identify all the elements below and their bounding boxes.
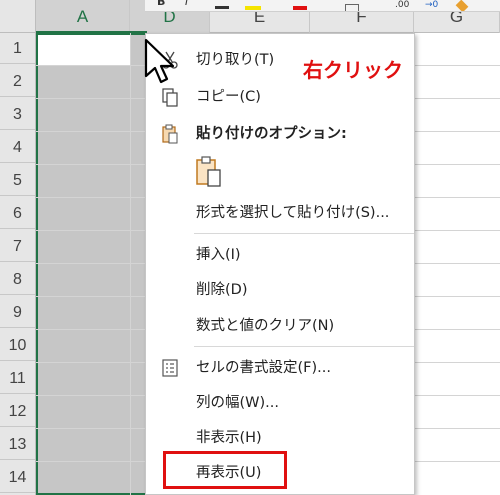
menu-item-insert[interactable]: 挿入(I) xyxy=(146,239,414,271)
row-header[interactable]: 1 xyxy=(0,33,35,64)
menu-item-hide[interactable]: 非表示(H) xyxy=(146,422,414,454)
fill-color-icon[interactable] xyxy=(245,6,261,10)
right-click-annotation: 右クリック xyxy=(303,58,403,82)
menu-item-clear-contents[interactable]: 数式と値のクリア(N) xyxy=(146,310,414,342)
spreadsheet: A D E F G 1 2 3 4 5 6 7 8 9 10 11 12 13 … xyxy=(0,0,500,495)
menu-item-label: 削除(D) xyxy=(196,282,248,298)
paste-options-label: 貼り付けのオプション: xyxy=(196,126,347,142)
row-header[interactable]: 6 xyxy=(0,198,35,229)
menu-item-column-width[interactable]: 列の幅(W)... xyxy=(146,387,414,419)
menu-section-paste-options: 貼り付けのオプション: xyxy=(146,118,414,150)
bold-icon[interactable]: B xyxy=(157,0,165,8)
menu-separator xyxy=(194,346,414,347)
row-header[interactable]: 4 xyxy=(0,132,35,163)
highlight-box xyxy=(163,451,287,489)
row-header[interactable]: 10 xyxy=(0,330,35,361)
menu-item-label: 数式と値のクリア(N) xyxy=(196,318,335,334)
mini-toolbar: B I .00 →0 xyxy=(145,0,500,12)
row-header[interactable]: 3 xyxy=(0,99,35,130)
column-selection-underline xyxy=(36,31,147,33)
italic-icon[interactable]: I xyxy=(185,0,188,8)
select-all-corner[interactable] xyxy=(0,0,36,33)
row-header[interactable]: 11 xyxy=(0,363,35,394)
paste-clipboard-icon[interactable] xyxy=(194,155,226,189)
menu-item-label: セルの書式設定(F)... xyxy=(196,360,331,376)
menu-item-label: 挿入(I) xyxy=(196,247,241,263)
row-header[interactable]: 12 xyxy=(0,396,35,427)
underline-icon[interactable] xyxy=(215,6,229,9)
menu-item-label: 非表示(H) xyxy=(196,430,262,446)
row-header[interactable]: 13 xyxy=(0,429,35,460)
menu-item-copy[interactable]: コピー(C) xyxy=(146,81,414,113)
context-menu: 切り取り(T) コピー(C) 貼り付けのオプション: 形式を選択して貼り付け(S… xyxy=(145,33,415,495)
grid-line xyxy=(130,33,131,495)
decrease-decimal-icon[interactable]: →0 xyxy=(425,0,438,10)
menu-item-label: 切り取り(T) xyxy=(196,52,275,68)
column-header-a[interactable]: A xyxy=(36,0,130,33)
menu-item-label: コピー(C) xyxy=(196,89,261,105)
borders-icon[interactable] xyxy=(345,4,359,11)
menu-separator xyxy=(194,233,414,234)
menu-item-label: 列の幅(W)... xyxy=(196,395,279,411)
menu-item-paste-special[interactable]: 形式を選択して貼り付け(S)... xyxy=(146,197,414,229)
row-header[interactable]: 14 xyxy=(0,462,35,493)
row-header-bar: 1 2 3 4 5 6 7 8 9 10 11 12 13 14 xyxy=(0,33,36,495)
font-color-icon[interactable] xyxy=(293,6,307,10)
copy-icon xyxy=(162,88,178,107)
row-header[interactable]: 2 xyxy=(0,66,35,97)
decimal-icon[interactable]: .00 xyxy=(395,0,409,10)
row-header[interactable]: 8 xyxy=(0,264,35,295)
menu-item-delete[interactable]: 削除(D) xyxy=(146,274,414,306)
format-cells-icon xyxy=(162,359,178,377)
menu-item-format-cells[interactable]: セルの書式設定(F)... xyxy=(146,352,414,384)
format-painter-icon[interactable] xyxy=(455,0,469,11)
active-cell[interactable] xyxy=(38,35,130,65)
row-header[interactable]: 5 xyxy=(0,165,35,196)
row-header[interactable]: 9 xyxy=(0,297,35,328)
menu-item-label: 形式を選択して貼り付け(S)... xyxy=(196,205,390,221)
row-header[interactable]: 7 xyxy=(0,231,35,262)
mouse-cursor-icon xyxy=(144,38,175,84)
clipboard-icon xyxy=(162,124,178,144)
